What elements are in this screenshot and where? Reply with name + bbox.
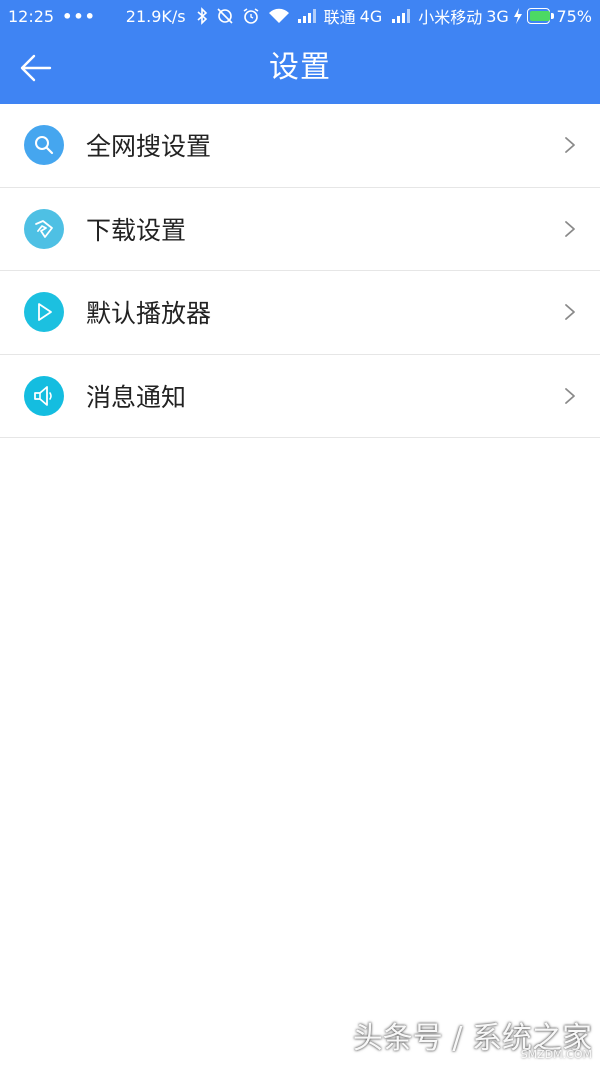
status-carrier-2: 小米移动 bbox=[418, 8, 483, 27]
bluetooth-icon bbox=[196, 7, 208, 25]
watermark-sub: SMZDM.COM bbox=[520, 1048, 592, 1061]
app-bar: 设置 bbox=[0, 32, 600, 104]
chevron-right-icon bbox=[565, 137, 575, 154]
settings-item-download[interactable]: 下载设置 bbox=[0, 187, 600, 271]
status-time: 12:25 bbox=[8, 6, 55, 26]
status-network-2: 3G bbox=[486, 6, 509, 26]
charging-icon bbox=[513, 8, 523, 24]
battery-icon bbox=[526, 8, 554, 24]
signal-icon bbox=[297, 9, 316, 23]
chevron-right-icon bbox=[565, 220, 575, 237]
status-net-speed: 21.9K/s bbox=[125, 6, 186, 26]
download-icon bbox=[24, 208, 64, 249]
play-icon bbox=[24, 292, 64, 333]
back-button[interactable] bbox=[14, 50, 58, 86]
page-title: 设置 bbox=[269, 50, 331, 85]
status-bar: 12:25 ••• 21.9K/s 联通 4G 小米移动 3G 75% bbox=[0, 0, 600, 32]
status-more-dots: ••• bbox=[62, 6, 96, 26]
settings-screen: 12:25 ••• 21.9K/s 联通 4G 小米移动 3G 75% 设置 全… bbox=[0, 0, 600, 1067]
settings-list: 全网搜设置 下载设置 默认播放器 消息通知 bbox=[0, 104, 600, 438]
signal-icon bbox=[392, 9, 411, 23]
search-icon bbox=[24, 125, 64, 166]
settings-item-label: 默认播放器 bbox=[86, 299, 212, 329]
settings-item-label: 全网搜设置 bbox=[86, 132, 212, 162]
settings-item-search[interactable]: 全网搜设置 bbox=[0, 104, 600, 188]
wifi-icon bbox=[268, 8, 290, 24]
settings-item-player[interactable]: 默认播放器 bbox=[0, 271, 600, 355]
settings-item-notification[interactable]: 消息通知 bbox=[0, 354, 600, 438]
settings-item-label: 消息通知 bbox=[86, 382, 187, 412]
settings-item-label: 下载设置 bbox=[86, 215, 187, 245]
chevron-right-icon bbox=[565, 387, 575, 404]
alarm-icon bbox=[242, 7, 260, 25]
arrow-left-icon bbox=[20, 54, 52, 82]
status-battery-percent: 75% bbox=[556, 6, 592, 26]
sync-off-icon bbox=[216, 7, 234, 25]
speaker-icon bbox=[24, 375, 64, 416]
status-network-1: 4G bbox=[359, 6, 383, 26]
status-carrier-1: 联通 bbox=[323, 8, 356, 27]
chevron-right-icon bbox=[565, 304, 575, 321]
